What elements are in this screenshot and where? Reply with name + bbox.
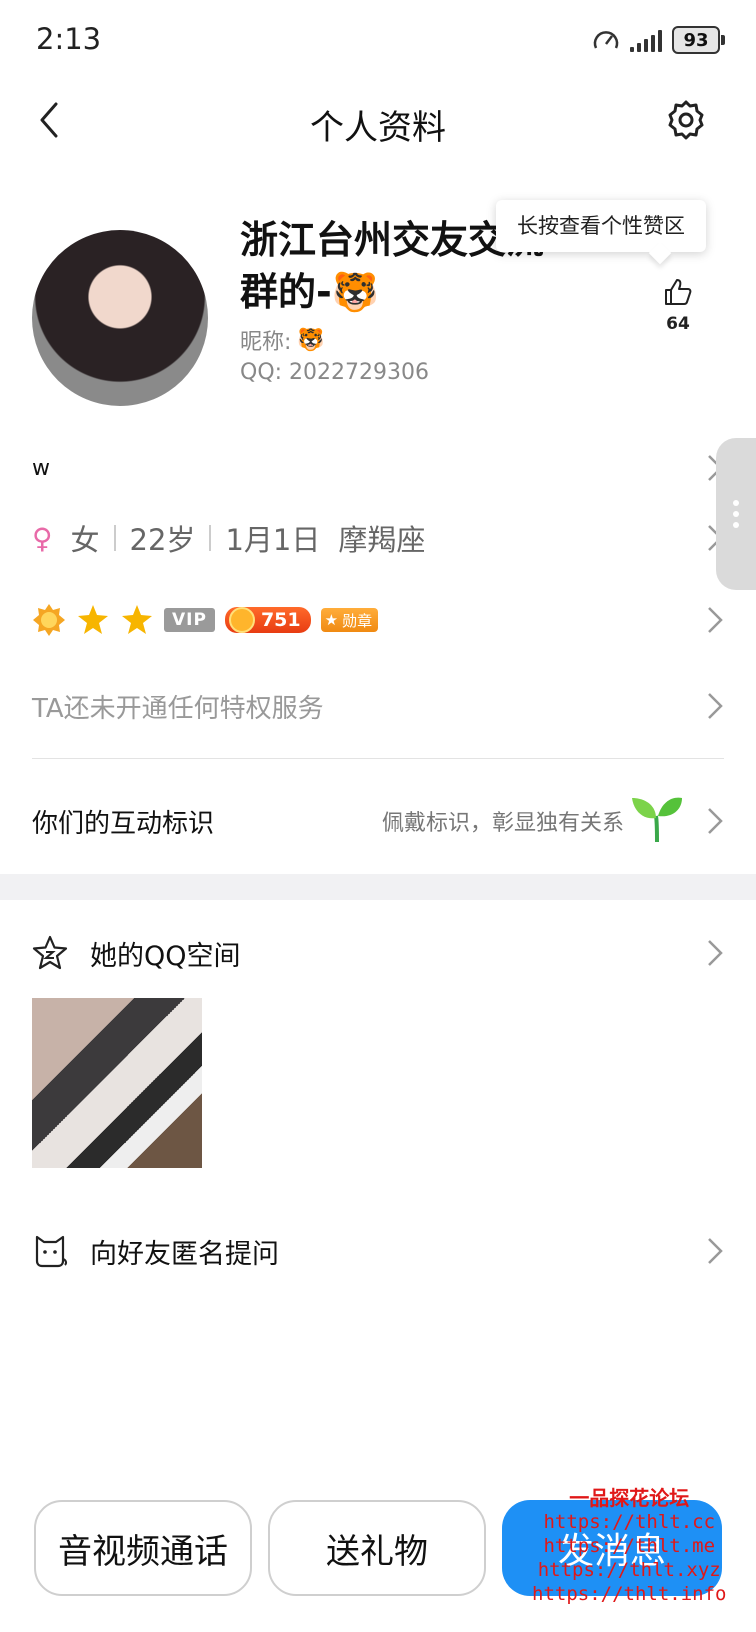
watermark-link: https://thlt.xyz — [537, 1559, 721, 1581]
thumbs-up-icon — [665, 279, 692, 305]
qzone-title: 她的QQ空间 — [90, 940, 241, 972]
qq-number: QQ: 2022729306 — [240, 360, 430, 385]
watermark-link: https://thlt.info — [532, 1583, 727, 1605]
status-icons: 93 — [592, 26, 725, 54]
qzone-star-icon — [32, 935, 68, 970]
sun-level-icon — [33, 604, 65, 636]
battery-level: 93 — [683, 29, 709, 51]
watermark: 一品探花论坛 https://thlt.cc https://thlt.me h… — [532, 1486, 726, 1606]
like-count: 64 — [666, 314, 690, 334]
watermark-link: https://thlt.cc — [543, 1511, 716, 1533]
coin-icon — [228, 607, 255, 633]
floating-side-handle[interactable] — [716, 438, 756, 590]
section-divider — [0, 874, 756, 900]
vip-badge: VIP — [164, 608, 215, 632]
ask-title: 向好友匿名提问 — [90, 1238, 279, 1270]
video-call-button[interactable]: 音视频通话 — [34, 1500, 252, 1596]
gear-icon[interactable] — [664, 98, 708, 142]
qzone-row[interactable]: 她的QQ空间 — [32, 928, 724, 978]
medal-star-icon: ★ — [324, 611, 339, 629]
like-button[interactable]: 64 — [658, 276, 698, 334]
dot-icon — [733, 500, 739, 506]
privilege-row[interactable]: TA还未开通任何特权服务 — [32, 684, 724, 728]
medal-label: 勋章 — [342, 611, 373, 630]
gender-female-icon: ♀ — [32, 521, 53, 555]
signature-text: w — [32, 455, 50, 481]
privilege-text: TA还未开通任何特权服务 — [32, 693, 324, 724]
sprout-icon — [632, 797, 682, 843]
chevron-right-icon — [708, 1238, 723, 1264]
zodiac-text: 摩羯座 — [338, 523, 426, 557]
star-level-icon — [122, 605, 152, 634]
dot-icon — [733, 522, 739, 528]
gender-text: 女 — [70, 523, 100, 557]
badges-row[interactable]: VIP 751 ★ 勋章 — [32, 598, 724, 642]
age-text: 22岁 — [129, 523, 196, 557]
nickname-label: 昵称: — [240, 330, 292, 355]
signature-row[interactable]: w — [32, 448, 724, 488]
status-time: 2:13 — [36, 22, 102, 56]
anonymous-question-row[interactable]: 向好友匿名提问 — [32, 1226, 724, 1276]
basic-info-row[interactable]: ♀ 女 22岁 1月1日 摩羯座 — [32, 516, 724, 560]
watermark-title: 一品探花论坛 — [569, 1486, 690, 1510]
divider — [32, 758, 724, 759]
cat-face-icon — [35, 1235, 68, 1268]
watermark-link: https://thlt.me — [543, 1535, 716, 1557]
coin-count: 751 — [260, 609, 301, 631]
coin-badge: 751 — [224, 607, 311, 633]
battery-icon: 93 — [672, 26, 725, 54]
chevron-right-icon — [708, 693, 723, 719]
avatar[interactable] — [32, 230, 208, 406]
nickname-value: 🐯 — [297, 327, 325, 353]
interaction-hint: 佩戴标识，彰显独有关系 — [381, 811, 624, 836]
star-level-icon — [78, 605, 108, 634]
page-title: 个人资料 — [310, 108, 446, 148]
speedometer-icon — [593, 31, 619, 49]
qzone-photo-thumbnail[interactable] — [32, 998, 202, 1168]
send-gift-button[interactable]: 送礼物 — [268, 1500, 486, 1596]
like-tooltip: 长按查看个性赞区 — [496, 200, 706, 252]
chevron-right-icon — [708, 940, 723, 966]
birthday-text: 1月1日 — [225, 523, 321, 557]
divider — [113, 525, 116, 551]
divider — [209, 525, 212, 551]
interaction-mark-row[interactable]: 你们的互动标识 佩戴标识，彰显独有关系 — [32, 796, 724, 846]
signal-icon — [630, 28, 662, 52]
nickname-row: 昵称: 🐯 — [240, 324, 325, 356]
chevron-right-icon — [708, 607, 723, 633]
medal-badge: ★ 勋章 — [320, 608, 379, 632]
dot-icon — [733, 511, 739, 517]
chevron-right-icon — [708, 808, 723, 834]
interaction-title: 你们的互动标识 — [32, 808, 215, 839]
